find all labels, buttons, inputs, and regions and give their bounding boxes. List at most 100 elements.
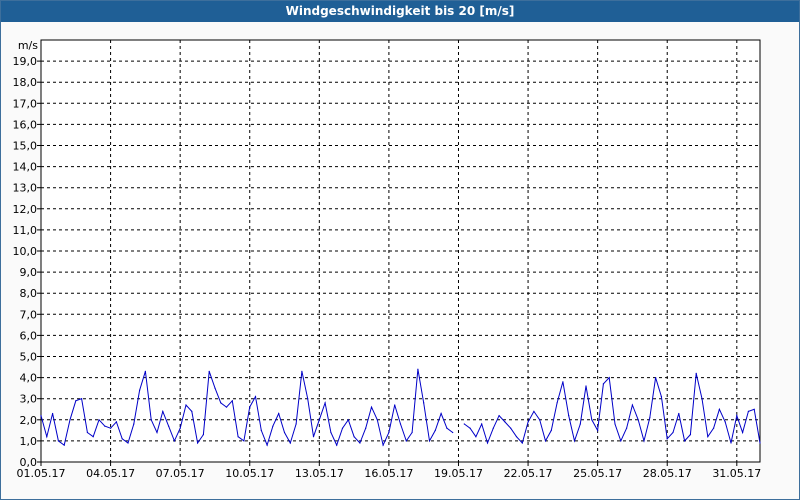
data-point [266, 444, 268, 446]
data-point [307, 398, 309, 400]
data-point [597, 429, 599, 431]
data-point [388, 431, 390, 434]
data-point [492, 427, 494, 429]
data-point [637, 419, 639, 421]
data-point [365, 427, 367, 429]
y-tick-label: 17,0 [13, 97, 38, 110]
y-tick-label: 13,0 [13, 182, 38, 195]
data-point [405, 440, 407, 442]
x-tick-label: 07.05.17 [156, 467, 205, 480]
data-point [423, 402, 425, 404]
data-point [289, 442, 291, 444]
data-point [104, 425, 106, 427]
data-point [573, 440, 576, 442]
data-point [614, 423, 616, 425]
data-point [434, 429, 436, 431]
data-point [376, 419, 378, 421]
data-point [150, 419, 152, 421]
y-tick-label: 10,0 [13, 245, 38, 258]
data-point [330, 431, 332, 434]
data-point [301, 370, 303, 372]
data-point [260, 429, 262, 431]
data-point [417, 368, 419, 370]
data-point [185, 404, 187, 406]
x-tick-label: 13.05.17 [295, 467, 344, 480]
x-tick-label: 04.05.17 [86, 467, 135, 480]
data-point [69, 419, 71, 421]
data-point [382, 444, 384, 446]
data-point [550, 429, 552, 431]
data-point [353, 436, 355, 438]
data-point [684, 440, 686, 442]
data-point [139, 389, 141, 391]
data-point [249, 406, 251, 408]
y-tick-label: 18,0 [13, 76, 38, 89]
x-tick-label: 31.05.17 [712, 467, 761, 480]
y-tick-label: 15,0 [13, 140, 38, 153]
y-tick-label: 11,0 [13, 224, 38, 237]
data-point [707, 436, 709, 438]
data-point [40, 415, 42, 417]
data-point [254, 396, 257, 398]
data-point [666, 438, 668, 440]
data-point [318, 419, 320, 421]
data-point [736, 415, 738, 417]
data-point [608, 377, 610, 379]
data-point [394, 404, 396, 406]
data-point [46, 436, 48, 438]
data-point [243, 440, 245, 442]
data-point [695, 372, 697, 374]
data-point [510, 427, 512, 429]
x-tick-label: 19.05.17 [434, 467, 483, 480]
data-point [231, 400, 233, 402]
data-point [399, 423, 402, 425]
data-point [115, 421, 117, 423]
y-tick-label: 8,0 [20, 287, 38, 300]
data-point [533, 410, 535, 412]
y-tick-label: 2,0 [20, 414, 38, 427]
data-point [121, 438, 123, 440]
data-point [631, 404, 634, 406]
data-point [626, 427, 628, 429]
data-point [672, 431, 674, 434]
x-tick-label: 22.05.17 [504, 467, 553, 480]
data-point [52, 412, 54, 415]
data-point [649, 417, 651, 419]
x-tick-label: 25.05.17 [573, 467, 622, 480]
data-point [759, 442, 761, 444]
data-point [602, 383, 605, 385]
data-point [689, 434, 692, 436]
data-point [585, 385, 587, 387]
data-point [197, 442, 199, 444]
data-point [701, 398, 703, 400]
data-point [515, 436, 518, 438]
data-point [81, 398, 83, 400]
data-point [562, 381, 564, 383]
y-tick-label: 9,0 [20, 266, 38, 279]
data-point [504, 421, 506, 423]
y-tick-label: 5,0 [20, 351, 38, 364]
data-point [446, 427, 448, 429]
data-point [655, 377, 657, 379]
data-point [191, 410, 193, 412]
x-tick-label: 28.05.17 [643, 467, 692, 480]
data-point [475, 436, 477, 438]
data-point [568, 415, 570, 417]
y-tick-label: 4,0 [20, 372, 38, 385]
data-point [370, 406, 373, 408]
data-point [660, 396, 663, 398]
data-point [283, 431, 286, 434]
data-point [521, 442, 523, 444]
y-tick-label: 19,0 [13, 55, 38, 68]
data-point [591, 419, 593, 421]
data-point [179, 427, 181, 429]
data-point [214, 387, 216, 389]
data-point [469, 427, 471, 429]
data-point [75, 400, 77, 402]
data-point [753, 408, 755, 410]
data-point [312, 436, 315, 438]
y-tick-label: 16,0 [13, 118, 38, 131]
data-point [556, 402, 558, 404]
y-axis-unit: m/s [18, 39, 38, 52]
data-point [237, 436, 239, 438]
